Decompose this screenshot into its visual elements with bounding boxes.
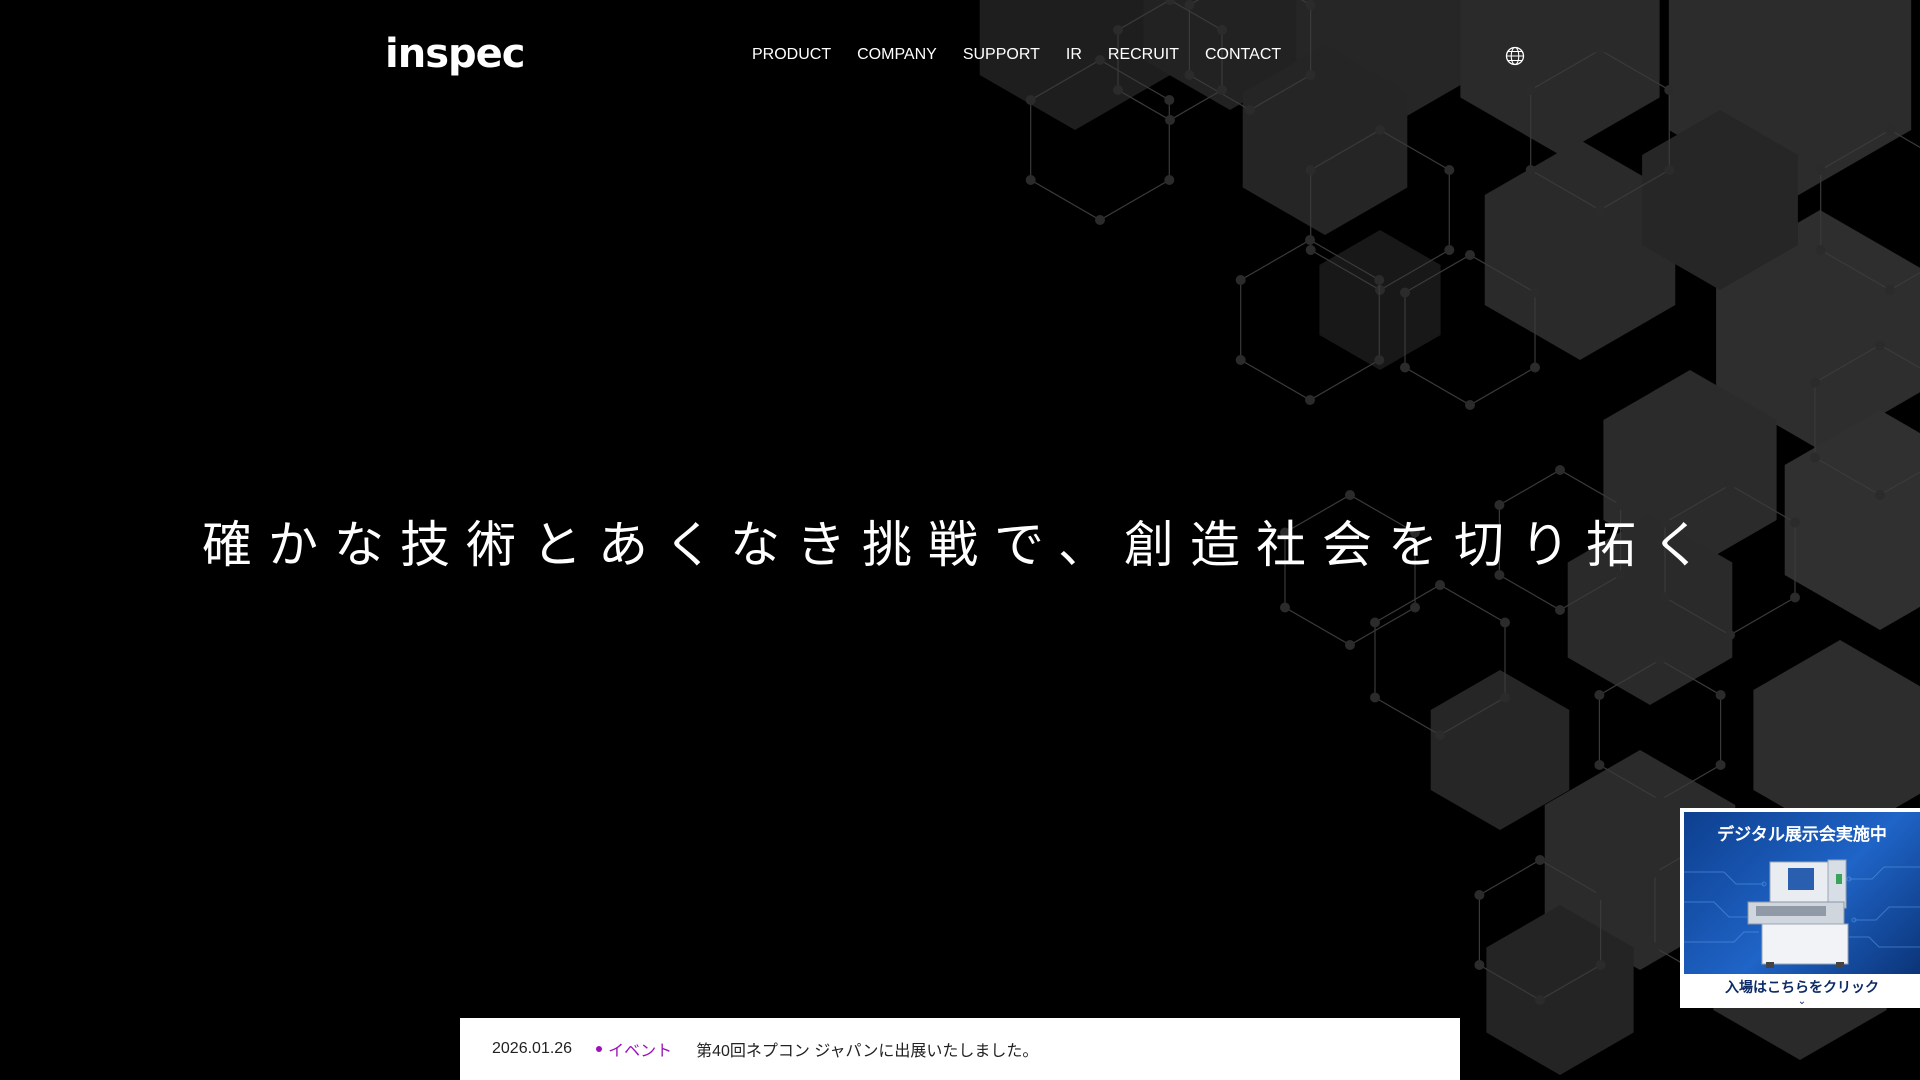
banner-title: デジタル展示会実施中 — [1717, 825, 1887, 845]
nav-item-recruit[interactable]: RECRUIT — [1108, 44, 1179, 66]
nav-item-product[interactable]: PRODUCT — [752, 44, 831, 66]
nav-item-contact[interactable]: CONTACT — [1205, 44, 1281, 66]
digital-exhibition-banner[interactable]: デジタル展示会実施中 入場はこちらをクリック ⌄ — [1680, 808, 1920, 1008]
nav-item-ir[interactable]: IR — [1066, 44, 1082, 66]
hero-title: 確かな技術とあくなき挑戦で、創造社会を切り拓く — [202, 516, 1718, 574]
chevron-down-icon: ⌄ — [1797, 996, 1807, 1007]
news-date: 2026.01.26 — [492, 1040, 573, 1057]
news-category: イベント — [596, 1037, 672, 1061]
nav-item-company[interactable]: COMPANY — [857, 44, 937, 66]
news-headline-link[interactable]: 第40回ネプコン ジャパンに出展いたしました。 — [696, 1037, 1038, 1061]
page: inspec PRODUCT COMPANY SUPPORT IR RECRUI… — [0, 0, 1920, 1080]
globe-icon[interactable] — [1505, 46, 1525, 66]
logo[interactable]: inspec — [385, 30, 525, 78]
banner-image: デジタル展示会実施中 — [1684, 812, 1920, 974]
banner-cta: 入場はこちらをクリック — [1725, 980, 1879, 996]
news-category-label: イベント — [608, 1043, 673, 1060]
inspection-machine-icon — [1747, 859, 1849, 968]
nav-item-support[interactable]: SUPPORT — [963, 44, 1040, 66]
news-bar[interactable]: 2026.01.26 イベント 第40回ネプコン ジャパンに出展いたしました。 — [460, 1018, 1460, 1080]
category-dot-icon — [596, 1046, 603, 1052]
main-nav: PRODUCT COMPANY SUPPORT IR RECRUIT CONTA… — [752, 44, 1307, 66]
